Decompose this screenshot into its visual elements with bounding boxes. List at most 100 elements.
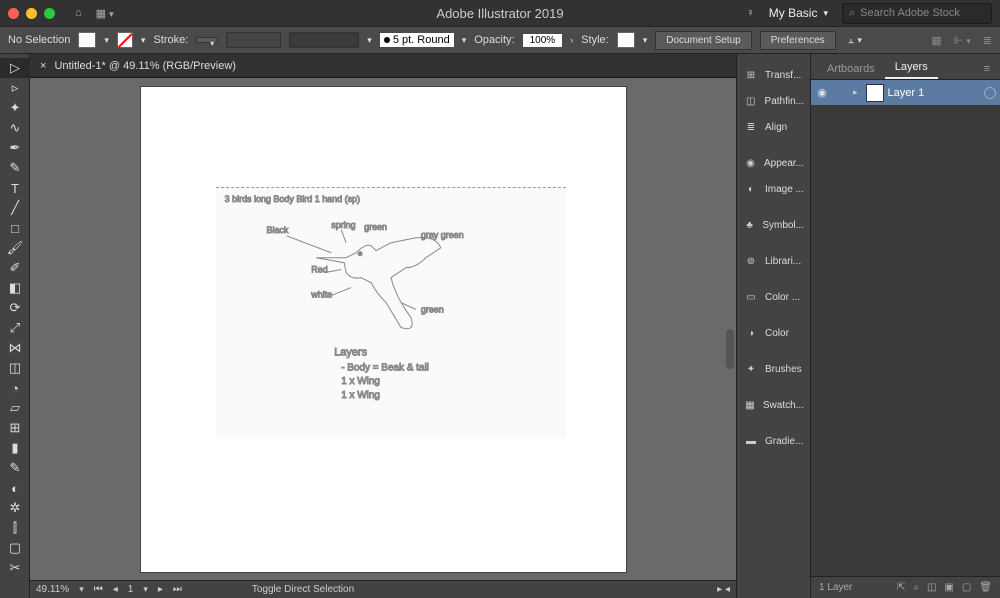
new-layer-icon[interactable]: ▢ [962,582,971,593]
tab-artboards[interactable]: Artboards [817,59,885,79]
image-icon: ◐ [743,181,759,197]
panel-align[interactable]: ≣Align [737,114,810,140]
control-bar: No Selection ▾ ▾ Stroke: ▾ 5 pt. Round ▾… [0,26,1000,54]
panel-symbols[interactable]: ♣Symbol... [737,212,810,238]
home-icon[interactable]: ⌂ [75,7,82,19]
artboard[interactable]: 3 birds long Body Bird 1 hand (sp) Black… [141,87,626,572]
fill-swatch[interactable] [78,32,96,48]
page-number[interactable]: 1 [128,584,134,595]
snap-icon[interactable]: ⊩ ▾ [954,34,971,47]
direct-selection-tool[interactable]: ▹ [0,78,30,98]
document-title: Untitled-1* @ 49.11% (RGB/Preview) [54,60,236,72]
close-window-icon[interactable] [8,8,19,19]
opacity-input[interactable]: 100% [523,34,563,47]
stroke-width-dropdown[interactable] [226,32,281,48]
rotate-tool[interactable]: ⟳ [0,298,30,318]
eraser-tool[interactable]: ◧ [0,278,30,298]
panel-swatches[interactable]: ▦Swatch... [737,392,810,418]
arrange-docs-icon[interactable]: ▦ ▾ [96,7,114,20]
panel-brushes[interactable]: ✦Brushes [737,356,810,382]
panel-libraries[interactable]: ⊚Librari... [737,248,810,274]
status-bar: 49.11%▾ ⏮ ◂ 1▾ ▸ ⏭ Toggle Direct Selecti… [30,580,736,598]
layer-row[interactable]: ◉ ▸ Layer 1 [811,80,1000,106]
artboard-tool[interactable]: ▢ [0,538,30,558]
mesh-tool[interactable]: ⊞ [0,418,30,438]
help-icon[interactable]: ♀ [747,7,755,19]
slice-tool[interactable]: ✂ [0,558,30,578]
locate-icon[interactable]: ⇱ [897,582,905,593]
tab-layers[interactable]: Layers [885,57,938,79]
chevron-down-icon: ▾ [823,8,828,19]
brush-definition-dropdown[interactable]: 5 pt. Round [380,33,454,47]
visibility-icon[interactable]: ◉ [815,86,829,99]
stroke-profile-dropdown[interactable] [289,32,359,48]
selection-tool[interactable]: ▷ [0,58,30,78]
line-tool[interactable]: ╱ [0,198,30,218]
stroke-weight-dropdown[interactable] [196,37,218,43]
dock-toggle[interactable] [726,329,734,369]
eyedropper-tool[interactable]: ✎ [0,458,30,478]
width-tool[interactable]: ⋈ [0,338,30,358]
panel-image-trace[interactable]: ◐Image ... [737,176,810,202]
type-tool[interactable]: T [0,178,30,198]
gradient-tool[interactable]: ▮ [0,438,30,458]
curvature-tool[interactable]: ✎ [0,158,30,178]
shape-builder-tool[interactable]: ◔ [0,378,30,398]
layer-name[interactable]: Layer 1 [888,87,980,99]
stroke-swatch[interactable] [117,32,133,48]
lasso-tool[interactable]: ∿ [0,118,30,138]
minimize-window-icon[interactable] [26,8,37,19]
new-sublayer-icon[interactable]: ▣ [944,582,953,593]
swatches-icon: ▦ [743,397,757,413]
nav-first-icon[interactable]: ⏮ [94,584,103,595]
nav-arrows[interactable]: ▸ ◂ [717,584,730,595]
target-icon[interactable] [984,87,996,99]
document-setup-button[interactable]: Document Setup [655,31,752,50]
zoom-value[interactable]: 49.11% [36,584,69,595]
panel-pathfinder[interactable]: ◫Pathfin... [737,88,810,114]
panel-gradient[interactable]: ▬Gradie... [737,428,810,454]
maximize-window-icon[interactable] [44,8,55,19]
clip-icon[interactable]: ◫ [927,582,936,593]
nav-next-icon[interactable]: ▸ [158,584,163,595]
free-transform-tool[interactable]: ◫ [0,358,30,378]
grid-icon[interactable]: ▦ [931,34,941,47]
expand-arrow-icon[interactable]: ▸ [849,87,862,98]
shaper-tool[interactable]: ✐ [0,258,30,278]
search-input[interactable]: ⌕ Search Adobe Stock [842,3,992,24]
toolbar: ▷ ▹ ✦ ∿ ✒ ✎ T ╱ □ 🖌 ✐ ◧ ⟳ ⤢ ⋈ ◫ ◔ ▱ ⊞ ▮ … [0,54,30,598]
blend-tool[interactable]: ◐ [0,478,30,498]
close-tab-icon[interactable]: × [40,60,46,72]
panel-transform[interactable]: ⊞Transf... [737,62,810,88]
pen-tool[interactable]: ✒ [0,138,30,158]
align-icon[interactable]: ⫠ ▾ [848,34,862,47]
list-icon[interactable]: ≣ [983,34,992,47]
workspace-switcher[interactable]: My Basic ▾ [769,6,828,20]
symbol-sprayer-tool[interactable]: ✲ [0,498,30,518]
canvas[interactable]: 3 birds long Body Bird 1 hand (sp) Black… [30,78,736,580]
magic-wand-tool[interactable]: ✦ [0,98,30,118]
pathfinder-icon: ◫ [743,93,759,109]
graph-tool[interactable]: ⫿ [0,518,30,538]
panel-appearance[interactable]: ◉Appear... [737,150,810,176]
app-title: Adobe Illustrator 2019 [436,6,563,21]
scale-tool[interactable]: ⤢ [0,318,30,338]
nav-prev-icon[interactable]: ◂ [113,584,118,595]
panel-menu-icon[interactable]: ≡ [980,59,994,79]
svg-text:green: green [364,221,387,231]
brushes-icon: ✦ [743,361,759,377]
delete-layer-icon[interactable]: 🗑 [979,582,992,593]
opacity-caret[interactable]: › [570,35,573,45]
perspective-tool[interactable]: ▱ [0,398,30,418]
preferences-button[interactable]: Preferences [760,31,836,50]
color-icon: ◑ [743,325,759,341]
rectangle-tool[interactable]: □ [0,218,30,238]
panel-color-guide[interactable]: ▭Color ... [737,284,810,310]
nav-last-icon[interactable]: ⏭ [173,584,182,595]
paintbrush-tool[interactable]: 🖌 [0,238,30,258]
find-icon[interactable]: ⌕ [913,582,919,593]
panel-color[interactable]: ◑Color [737,320,810,346]
document-tab[interactable]: × Untitled-1* @ 49.11% (RGB/Preview) [30,54,736,78]
style-swatch[interactable] [617,32,635,48]
symbols-icon: ♣ [743,217,756,233]
